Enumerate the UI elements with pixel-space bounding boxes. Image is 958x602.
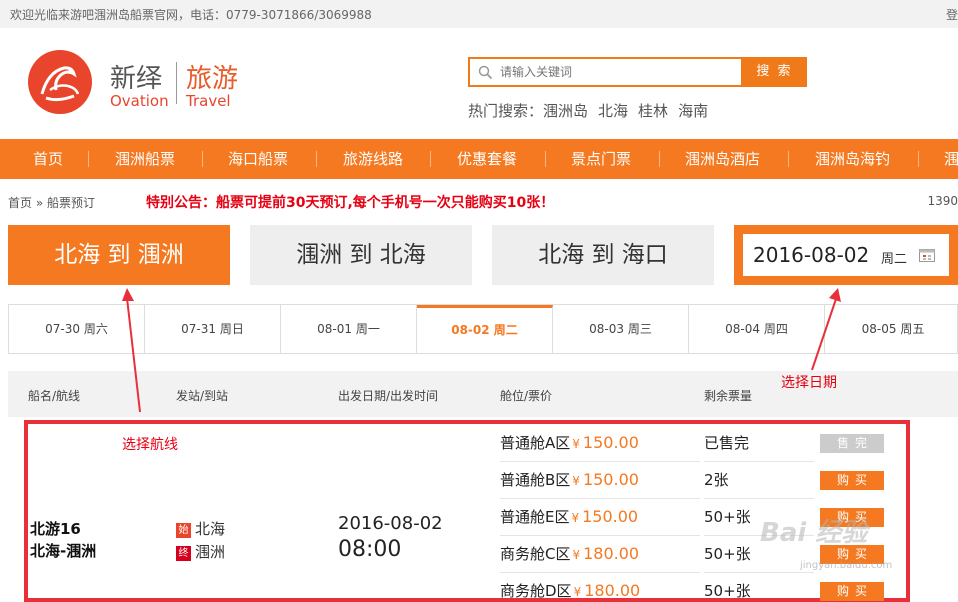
cabin-row: 商务舱D区 ¥180.00: [500, 573, 700, 602]
ship-route: 北海-涠洲: [30, 542, 97, 560]
departure-name: 北海: [195, 520, 226, 538]
cabin-name: 普通舱B区: [500, 471, 571, 489]
cabin-price: ¥180.00: [572, 544, 640, 563]
end-tag: 终: [176, 546, 191, 561]
cabin-row: 商务舱C区 ¥180.00: [500, 536, 700, 573]
cabin-row: 普通舱A区 ¥150.00: [500, 425, 700, 462]
arrival-station: 终涠洲: [176, 541, 225, 562]
cabin-name: 商务舱C区: [500, 545, 571, 563]
start-tag: 始: [176, 523, 191, 538]
arrival-name: 涠洲: [195, 543, 226, 561]
watermark: Bai 经验: [760, 518, 868, 548]
arrow-line: [811, 295, 838, 371]
cabin-name: 普通舱E区: [500, 508, 570, 526]
cabin-name: 商务舱D区: [500, 582, 572, 600]
cabin-price: ¥180.00: [573, 581, 641, 600]
cabin-row: 普通舱E区 ¥150.00: [500, 499, 700, 536]
departure-date: 2016-08-02: [338, 513, 443, 534]
watermark-url: jingyan.baidu.com: [800, 560, 893, 571]
remain-count: 50+张: [704, 582, 751, 600]
departure-time: 08:00: [338, 537, 402, 562]
buy-button[interactable]: 购买: [820, 582, 884, 601]
departure-station: 始北海: [176, 518, 225, 539]
ship-info: 北游16 北海-涠洲: [30, 518, 96, 562]
cabin-name: 普通舱A区: [500, 434, 571, 452]
remain-count: 已售完: [704, 425, 814, 462]
ship-name: 北游16: [30, 520, 81, 538]
cabin-price: ¥150.00: [571, 507, 639, 526]
cabin-price: ¥150.00: [572, 470, 639, 489]
sold-out-button: 售完: [820, 434, 884, 453]
buy-button[interactable]: 购买: [820, 471, 884, 490]
cabin-row: 普通舱B区 ¥150.00: [500, 462, 700, 499]
arrow-line: [126, 297, 141, 413]
remain-count: 2张: [704, 462, 814, 499]
cabin-price: ¥150.00: [572, 433, 639, 452]
annotation-select-date: 选择日期: [781, 375, 837, 391]
